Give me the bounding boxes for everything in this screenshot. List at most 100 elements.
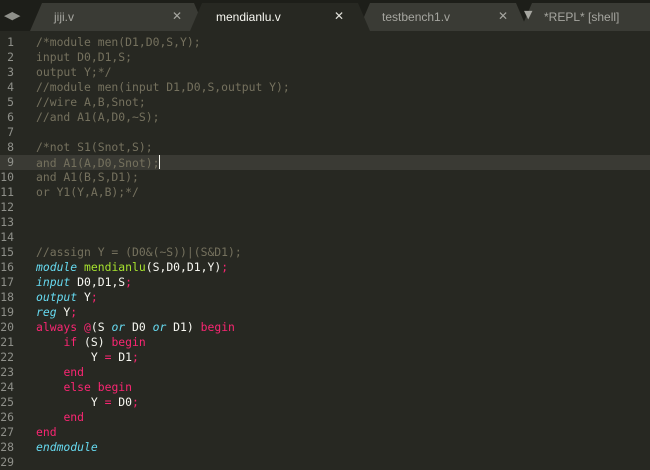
- code-line[interactable]: 17 input D0,D1,S;: [0, 275, 650, 290]
- line-code: end: [36, 365, 84, 380]
- code-line[interactable]: 10 and A1(B,S,D1);: [0, 170, 650, 185]
- line-code: //and A1(A,D0,~S);: [36, 110, 159, 125]
- line-code: endmodule: [36, 440, 98, 455]
- code-token: D1): [166, 320, 201, 334]
- code-line[interactable]: 25 Y = D0;: [0, 395, 650, 410]
- code-line[interactable]: 13: [0, 215, 650, 230]
- code-line[interactable]: 24 else begin: [0, 380, 650, 395]
- code-line[interactable]: 3 output Y;*/: [0, 65, 650, 80]
- line-code: end: [36, 425, 57, 440]
- line-number: 26: [0, 410, 14, 424]
- line-code: and A1(A,D0,Snot);: [36, 155, 161, 171]
- tab-scroll-right-icon[interactable]: ▶: [12, 9, 20, 22]
- code-line[interactable]: 11 or Y1(Y,A,B);*/: [0, 185, 650, 200]
- code-token: /*module men(D1,D0,S,Y);: [36, 35, 201, 49]
- code-token: /*not S1(Snot,S);: [36, 140, 153, 154]
- code-token: or Y1(Y,A,B);*/: [36, 185, 139, 199]
- code-line[interactable]: 23 end: [0, 365, 650, 380]
- code-line[interactable]: 29: [0, 455, 650, 470]
- line-code: //assign Y = (D0&(~S))|(S&D1);: [36, 245, 242, 260]
- line-code: else begin: [36, 380, 132, 395]
- code-token: ;: [90, 290, 98, 304]
- code-token: else: [63, 380, 91, 394]
- close-icon[interactable]: ✕: [334, 9, 344, 23]
- tab-testbench1[interactable]: testbench1.v ✕: [358, 3, 528, 31]
- code-token: //wire A,B,Snot;: [36, 95, 146, 109]
- code-token: and A1(A,D0,Snot);: [36, 156, 160, 170]
- line-number: 12: [0, 200, 14, 214]
- code-line[interactable]: 20 always @(S or D0 or D1) begin: [0, 320, 650, 335]
- code-line[interactable]: 27 end: [0, 425, 650, 440]
- code-line[interactable]: 19 reg Y;: [0, 305, 650, 320]
- close-icon[interactable]: ✕: [172, 9, 182, 23]
- code-token: output: [36, 290, 78, 304]
- tab-bar: ◀ ▶ jiji.v ✕ testbench1.v ✕ ▼ *REPL* [sh…: [0, 0, 650, 31]
- code-line[interactable]: 14: [0, 230, 650, 245]
- code-line[interactable]: 9 and A1(A,D0,Snot);: [0, 155, 650, 170]
- tab-jiji[interactable]: jiji.v ✕: [30, 3, 206, 31]
- code-token: end: [36, 425, 57, 439]
- line-number: 25: [0, 395, 14, 409]
- code-line[interactable]: 22 Y = D1;: [0, 350, 650, 365]
- line-code: /*not S1(Snot,S);: [36, 140, 153, 155]
- line-number: 22: [0, 350, 14, 364]
- code-line[interactable]: 28 endmodule: [0, 440, 650, 455]
- code-line[interactable]: 12: [0, 200, 650, 215]
- code-token: reg: [36, 305, 57, 319]
- code-line[interactable]: 18 output Y;: [0, 290, 650, 305]
- line-number: 13: [0, 215, 14, 229]
- code-line[interactable]: 6 //and A1(A,D0,~S);: [0, 110, 650, 125]
- code-token: D0: [125, 320, 153, 334]
- code-token: end: [63, 365, 85, 379]
- code-line[interactable]: 7: [0, 125, 650, 140]
- code-line[interactable]: 26 end: [0, 410, 650, 425]
- code-token: output Y;*/: [36, 65, 112, 79]
- code-line[interactable]: 8 /*not S1(Snot,S);: [0, 140, 650, 155]
- line-number: 23: [0, 365, 14, 379]
- line-number: 4: [7, 80, 14, 94]
- code-line[interactable]: 5 //wire A,B,Snot;: [0, 95, 650, 110]
- code-line[interactable]: 2 input D0,D1,S;: [0, 50, 650, 65]
- line-code: always @(S or D0 or D1) begin: [36, 320, 235, 335]
- code-line[interactable]: 4 //module men(input D1,D0,S,output Y);: [0, 80, 650, 95]
- tab-label: jiji.v: [54, 10, 74, 24]
- line-number: 19: [0, 305, 14, 319]
- chevron-down-icon[interactable]: ▼: [524, 8, 532, 21]
- code-editor[interactable]: 1 /*module men(D1,D0,S,Y); 2 input D0,D1,S;…: [0, 31, 650, 469]
- code-line[interactable]: 21 if (S) begin: [0, 335, 650, 350]
- line-code: Y = D0;: [36, 395, 139, 410]
- code-token: Y: [36, 350, 105, 364]
- tab-repl-shell[interactable]: ▼ *REPL* [shell]: [520, 3, 650, 31]
- line-number: 2: [7, 50, 14, 64]
- code-token: ;: [221, 260, 229, 274]
- line-code: module mendianlu(S,D0,D1,Y);: [36, 260, 228, 275]
- line-number: 27: [0, 425, 14, 439]
- code-token: mendianlu: [84, 260, 146, 274]
- code-line[interactable]: 16 module mendianlu(S,D0,D1,Y);: [0, 260, 650, 275]
- code-line[interactable]: 1 /*module men(D1,D0,S,Y);: [0, 35, 650, 50]
- tab-mendianlu[interactable]: mendianlu.v ✕: [190, 3, 370, 31]
- code-token: ;: [132, 395, 139, 409]
- code-token: begin: [111, 335, 146, 349]
- code-token: @: [84, 320, 91, 334]
- code-token: //assign Y = (D0&(~S))|(S&D1);: [36, 245, 242, 259]
- code-token: end: [63, 410, 85, 424]
- line-code: input D0,D1,S;: [36, 50, 132, 65]
- code-token: begin: [97, 380, 133, 394]
- line-number: 16: [0, 260, 14, 274]
- line-code: if (S) begin: [36, 335, 146, 350]
- line-code: end: [36, 410, 84, 425]
- close-icon[interactable]: ✕: [498, 9, 508, 23]
- tab-label: *REPL* [shell]: [544, 10, 620, 24]
- line-number: 17: [0, 275, 14, 289]
- line-code: or Y1(Y,A,B);*/: [36, 185, 139, 200]
- code-token: always: [36, 320, 78, 334]
- line-code: input D0,D1,S;: [36, 275, 132, 290]
- code-token: D1: [111, 350, 133, 364]
- code-line[interactable]: 15 //assign Y = (D0&(~S))|(S&D1);: [0, 245, 650, 260]
